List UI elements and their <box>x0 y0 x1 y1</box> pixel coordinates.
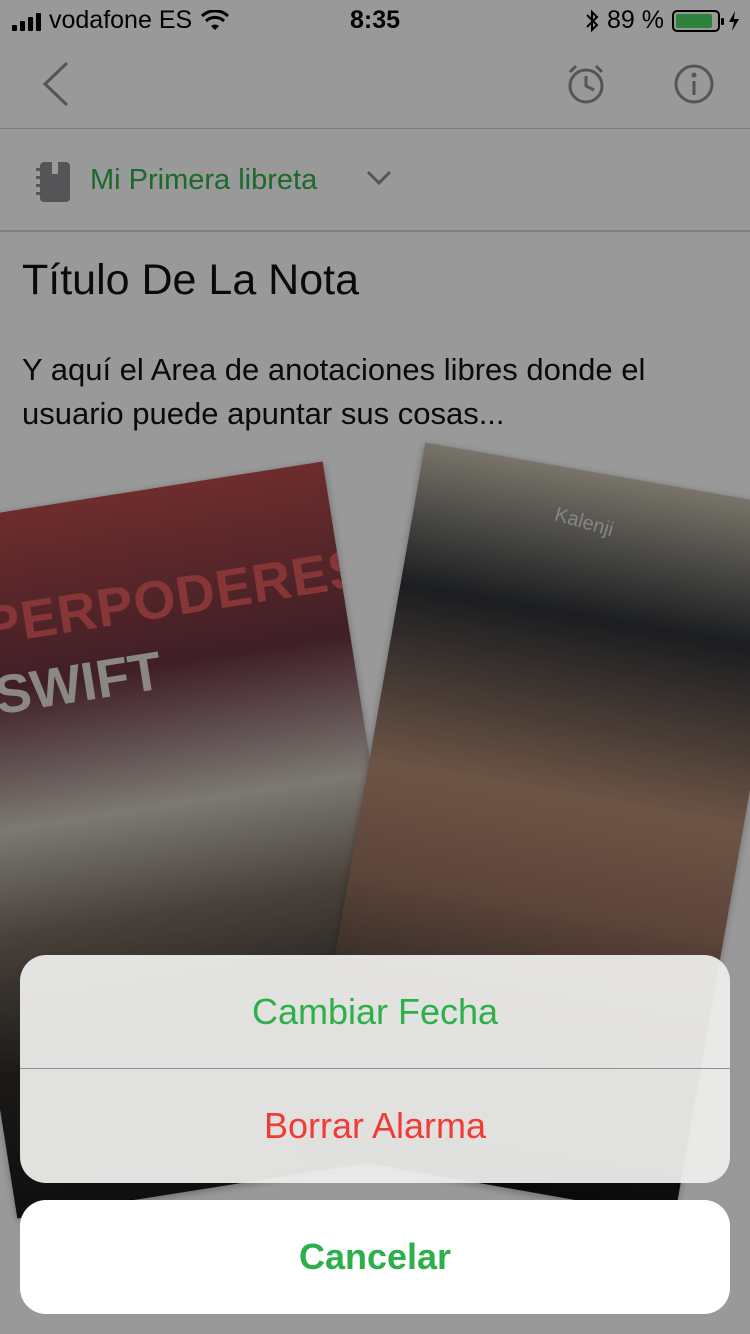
delete-alarm-button[interactable]: Borrar Alarma <box>20 1069 730 1182</box>
change-date-button[interactable]: Cambiar Fecha <box>20 955 730 1068</box>
cancel-button[interactable]: Cancelar <box>20 1200 730 1314</box>
action-sheet: Cambiar Fecha Borrar Alarma <box>20 955 730 1183</box>
